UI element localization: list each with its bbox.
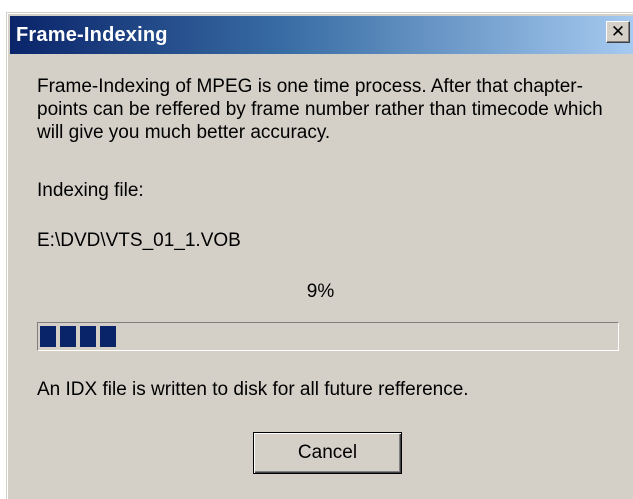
close-icon: ✕: [610, 21, 626, 42]
description-text: Frame-Indexing of MPEG is one time proce…: [37, 76, 603, 143]
progress-bar: [37, 322, 619, 351]
idx-note-text: An IDX file is written to disk for all f…: [37, 379, 469, 400]
frame-indexing-dialog: Frame-Indexing ✕ Frame-Indexing of MPEG …: [6, 12, 633, 499]
indexing-file-label: Indexing file:: [37, 180, 144, 201]
window-title: Frame-Indexing: [16, 23, 168, 46]
progress-fill: [40, 326, 116, 347]
close-button[interactable]: ✕: [606, 21, 630, 43]
progress-percent: 9%: [306, 281, 335, 302]
title-bar[interactable]: Frame-Indexing ✕: [10, 16, 633, 54]
cancel-button[interactable]: Cancel: [253, 432, 402, 474]
file-path: E:\DVD\VTS_01_1.VOB: [37, 230, 241, 251]
